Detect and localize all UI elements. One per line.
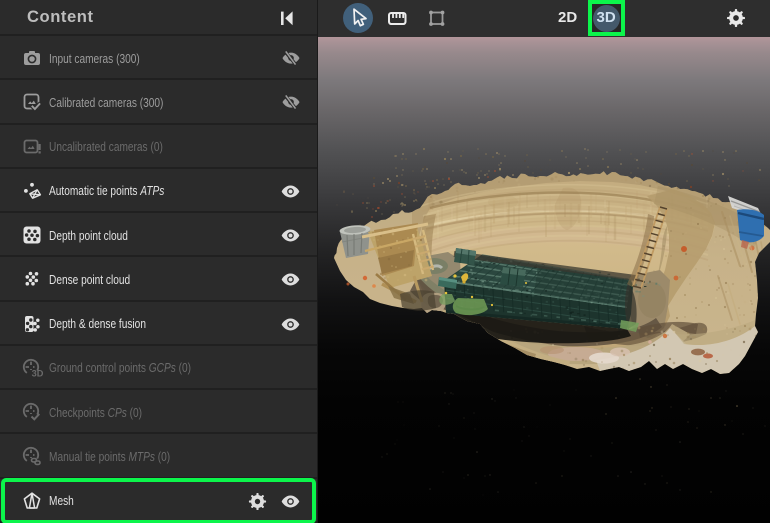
svg-text:3D: 3D xyxy=(32,368,43,378)
